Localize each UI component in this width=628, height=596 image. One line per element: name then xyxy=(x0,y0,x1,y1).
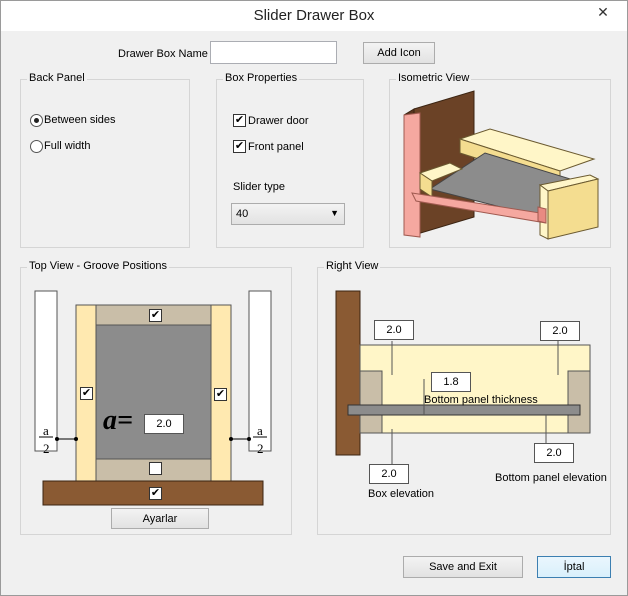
box-elevation-field[interactable]: 2.0 xyxy=(369,464,409,484)
window-title: Slider Drawer Box xyxy=(253,7,375,24)
slider-type-value: 40 xyxy=(236,208,249,220)
close-button[interactable]: ✕ xyxy=(585,2,621,22)
drawer-door-checkbox[interactable]: ✔ xyxy=(233,114,246,127)
front-panel-checkbox[interactable]: ✔ xyxy=(233,140,246,153)
between-sides-label[interactable]: Between sides xyxy=(44,114,116,126)
a-symbol: a= xyxy=(103,405,133,436)
back-panel-group: Back Panel xyxy=(20,72,190,248)
bottom-panel-thickness-label: Bottom panel thickness xyxy=(424,394,538,406)
fraction-right-denominator: 2 xyxy=(257,441,264,456)
full-width-label[interactable]: Full width xyxy=(44,140,90,152)
top-left-dim-field[interactable]: 2.0 xyxy=(374,320,414,340)
front-panel-label[interactable]: Front panel xyxy=(248,141,304,153)
slider-type-dropdown[interactable]: 40 ▼ xyxy=(231,203,345,225)
chevron-down-icon: ▼ xyxy=(330,208,339,218)
drawer-door-label[interactable]: Drawer door xyxy=(248,115,309,127)
cancel-button[interactable]: İptal xyxy=(537,556,611,578)
top-view-title: Top View - Groove Positions xyxy=(27,260,169,272)
add-icon-button[interactable]: Add Icon xyxy=(363,42,435,64)
radio-between-sides[interactable] xyxy=(30,114,43,127)
drawer-box-name-input[interactable] xyxy=(210,41,337,64)
fraction-left-numerator: a xyxy=(43,423,49,438)
box-properties-title: Box Properties xyxy=(223,72,300,84)
groove-right-checkbox[interactable]: ✔ xyxy=(214,388,227,401)
bottom-panel-thickness-field[interactable]: 1.8 xyxy=(431,372,471,392)
right-view-title: Right View xyxy=(324,260,381,272)
save-and-exit-button[interactable]: Save and Exit xyxy=(403,556,523,578)
groove-back-checkbox[interactable]: ✔ xyxy=(149,309,162,322)
back-panel-title: Back Panel xyxy=(27,72,87,84)
radio-full-width[interactable] xyxy=(30,140,43,153)
groove-drawer-front-checkbox[interactable]: ✔ xyxy=(149,487,162,500)
bottom-panel-elevation-label: Bottom panel elevation xyxy=(495,472,607,484)
top-right-dim-field[interactable]: 2.0 xyxy=(540,321,580,341)
dialog-window: Slider Drawer Box ✕ Drawer Box Name Add … xyxy=(0,0,628,596)
close-icon: ✕ xyxy=(597,3,609,20)
fraction-right-numerator: a xyxy=(257,423,263,438)
isometric-view-title: Isometric View xyxy=(396,72,472,84)
title-bar: Slider Drawer Box ✕ xyxy=(1,1,627,31)
groove-left-checkbox[interactable]: ✔ xyxy=(80,387,93,400)
drawer-box-name-label: Drawer Box Name xyxy=(118,48,208,60)
fraction-left-denominator: 2 xyxy=(43,441,50,456)
ayarlar-button[interactable]: Ayarlar xyxy=(111,508,209,529)
slider-type-label: Slider type xyxy=(233,181,285,193)
groove-front-checkbox[interactable] xyxy=(149,462,162,475)
a-value-field[interactable]: 2.0 xyxy=(144,414,184,434)
bottom-panel-elevation-field[interactable]: 2.0 xyxy=(534,443,574,463)
isometric-drawing xyxy=(403,90,600,240)
box-elevation-label: Box elevation xyxy=(368,488,435,500)
